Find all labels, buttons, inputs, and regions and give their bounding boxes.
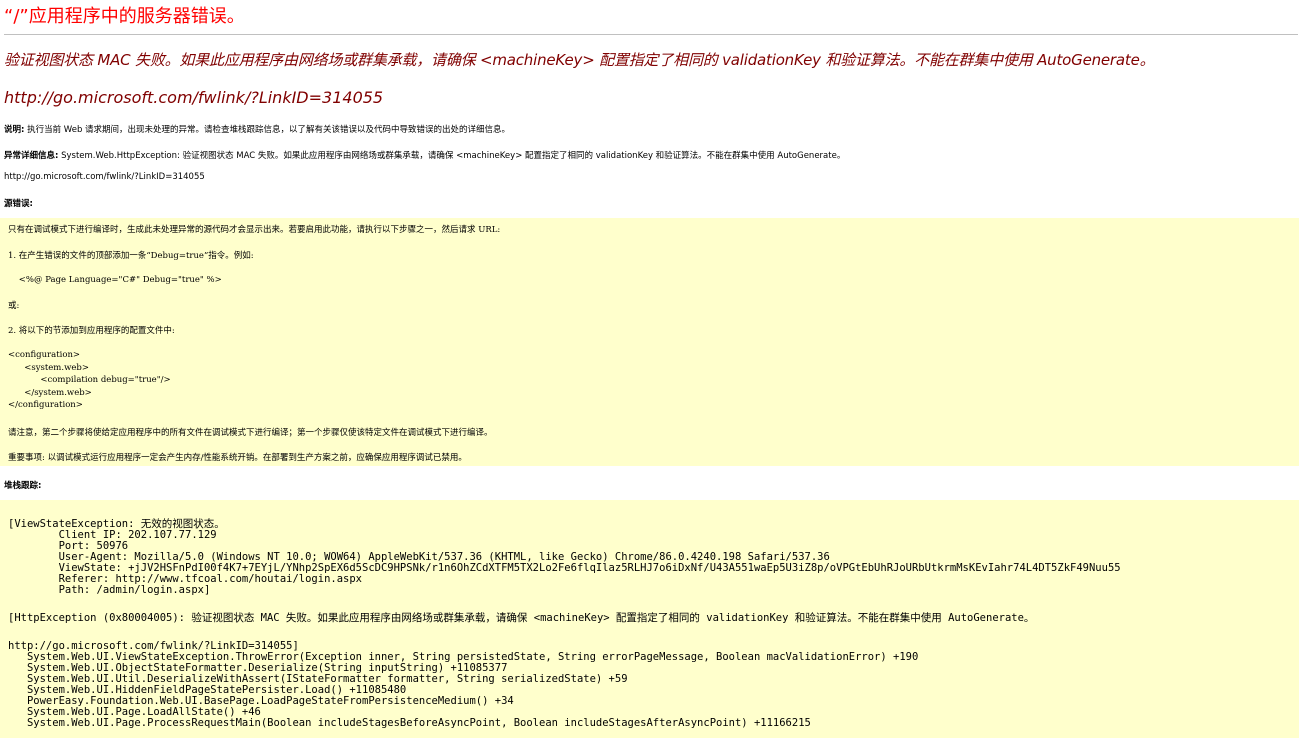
- source-error-line: <configuration>: [8, 350, 81, 360]
- source-error-line: </system.web>: [8, 388, 92, 398]
- stack-trace-line: Path: /admin/login.aspx]: [8, 584, 211, 596]
- source-error-line: 重要事项: 以调试模式运行应用程序一定会产生内存/性能系统开销。在部署到生产方案…: [8, 453, 467, 463]
- exception-details-label: 异常详细信息:: [4, 151, 59, 161]
- description-label: 说明:: [4, 125, 25, 135]
- title-divider: [4, 34, 1298, 35]
- description-text: 执行当前 Web 请求期间，出现未处理的异常。请检查堆栈跟踪信息，以了解有关该错…: [24, 125, 511, 135]
- stack-trace-box: [ViewStateException: 无效的视图状态。 Client IP:…: [0, 500, 1299, 738]
- source-error-label: 源错误:: [4, 199, 33, 209]
- source-error-line: <%@ Page Language="C#" Debug="true" %>: [8, 275, 222, 285]
- stack-trace-line: [HttpException (0x80004005): 验证视图状态 MAC …: [8, 612, 1035, 624]
- exception-details-text: System.Web.HttpException: 验证视图状态 MAC 失败。…: [58, 151, 846, 161]
- source-error-line: <compilation debug="true"/>: [8, 375, 171, 385]
- source-error-line: 1. 在产生错误的文件的顶部添加一条“Debug=true”指令。例如:: [8, 251, 254, 261]
- error-message: 验证视图状态 MAC 失败。如果此应用程序由网络场或群集承载，请确保 <mach…: [4, 51, 1155, 69]
- source-error-line: 只有在调试模式下进行编译时，生成此未处理异常的源代码才会显示出来。若要启用此功能…: [8, 225, 501, 235]
- stack-trace-label: 堆栈跟踪:: [4, 481, 42, 491]
- source-error-line: </configuration>: [8, 400, 83, 410]
- details-link[interactable]: http://go.microsoft.com/fwlink/?LinkID=3…: [4, 172, 205, 182]
- source-error-line: <system.web>: [8, 363, 89, 373]
- exception-details-line: 异常详细信息: System.Web.HttpException: 验证视图状态…: [4, 149, 845, 161]
- page-title: “/”应用程序中的服务器错误。: [4, 6, 245, 27]
- description-line: 说明: 执行当前 Web 请求期间，出现未处理的异常。请检查堆栈跟踪信息，以了解…: [4, 123, 510, 135]
- source-error-line: 请注意，第二个步骤将使给定应用程序中的所有文件在调试模式下进行编译；第一个步骤仅…: [8, 428, 493, 438]
- error-page: “/”应用程序中的服务器错误。 验证视图状态 MAC 失败。如果此应用程序由网络…: [0, 0, 1299, 738]
- source-error-box: 只有在调试模式下进行编译时，生成此未处理异常的源代码才会显示出来。若要启用此功能…: [0, 218, 1299, 466]
- stack-trace-line: System.Web.UI.Page.ProcessRequestMain(Bo…: [8, 717, 811, 729]
- error-link[interactable]: http://go.microsoft.com/fwlink/?LinkID=3…: [4, 88, 383, 107]
- source-error-line: 或:: [8, 301, 20, 311]
- source-error-line: 2. 将以下的节添加到应用程序的配置文件中:: [8, 326, 175, 336]
